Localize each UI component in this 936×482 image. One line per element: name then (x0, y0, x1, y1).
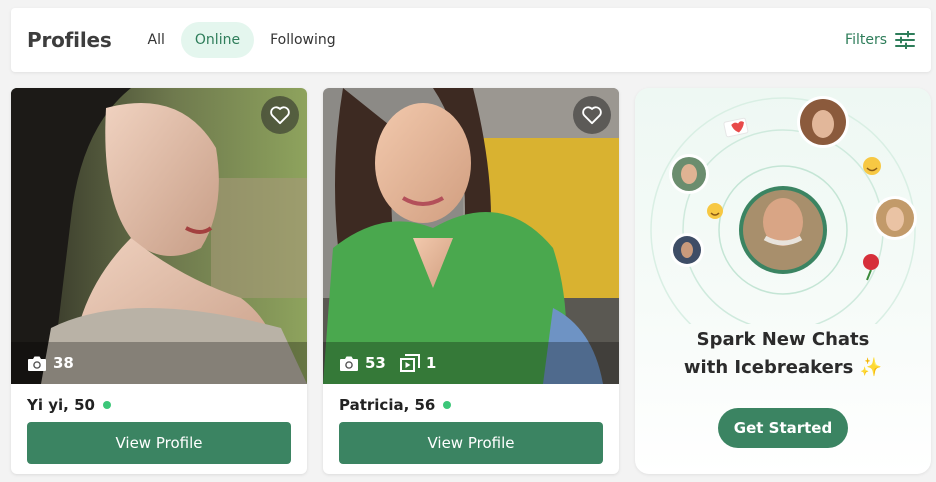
view-profile-button[interactable]: View Profile (339, 422, 603, 464)
profile-photo[interactable]: 53 1 (323, 88, 619, 384)
online-indicator (443, 401, 452, 409)
icebreakers-illustration (650, 96, 917, 324)
filters-label: Filters (845, 32, 887, 48)
camera-icon (28, 356, 46, 371)
profile-name-age: Patricia, 56 (339, 396, 436, 414)
video-icon (399, 354, 420, 372)
filters-button[interactable]: Filters (845, 31, 915, 49)
favorite-button[interactable] (261, 96, 299, 134)
photo-count: 38 (53, 354, 74, 372)
media-stats: 53 1 (323, 342, 619, 384)
promo-title-line1: Spark New Chats (696, 329, 870, 350)
favorite-button[interactable] (573, 96, 611, 134)
profile-card: 38 Yi yi, 50 View Profile (11, 88, 307, 474)
profile-name-age: Yi yi, 50 (27, 396, 95, 414)
profiles-header: Profiles All Online Following Filters (11, 8, 931, 72)
video-count: 1 (425, 354, 437, 372)
get-started-button[interactable]: Get Started (718, 408, 848, 448)
promo-title: Spark New Chats with Icebreakers ✨ (635, 326, 931, 382)
profile-card: 53 1 Patricia, 56 View Profile (323, 88, 619, 474)
camera-icon (340, 356, 358, 371)
profile-photo[interactable]: 38 (11, 88, 307, 384)
icebreakers-promo-card: Spark New Chats with Icebreakers ✨ Get S… (635, 88, 931, 474)
photo-count: 53 (365, 354, 386, 372)
media-stats: 38 (11, 342, 307, 384)
promo-title-line2: with Icebreakers ✨ (683, 357, 883, 378)
sliders-icon (895, 31, 915, 49)
heart-icon (582, 106, 602, 125)
tab-all[interactable]: All (134, 22, 179, 58)
online-indicator (102, 401, 111, 409)
page-title: Profiles (27, 28, 112, 52)
view-profile-button[interactable]: View Profile (27, 422, 291, 464)
tab-online[interactable]: Online (180, 22, 255, 58)
tab-following[interactable]: Following (256, 22, 350, 58)
heart-icon (270, 106, 290, 125)
